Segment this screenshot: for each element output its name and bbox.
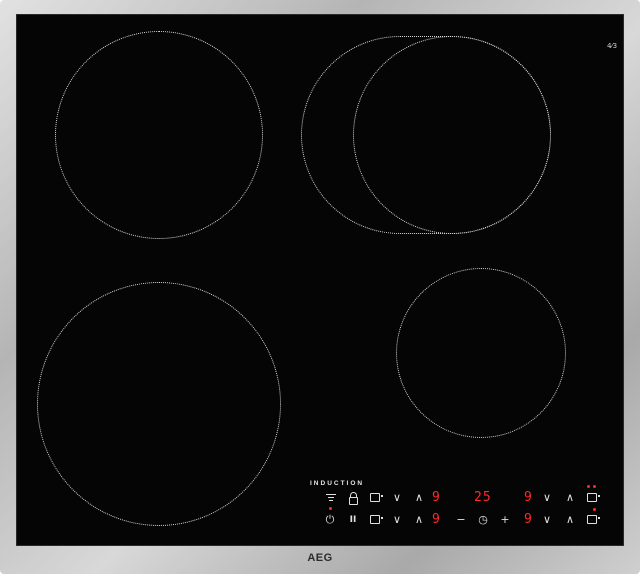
decrease-button-row2[interactable]: ∨	[390, 514, 404, 526]
cooking-zone-rear-left[interactable]	[55, 31, 263, 239]
increase-button-row1-right[interactable]: ∧	[563, 492, 577, 504]
lock-icon[interactable]	[349, 492, 358, 505]
zone-select-icon-front-left[interactable]	[370, 515, 383, 524]
timer-icon[interactable]: ◷	[476, 514, 490, 526]
glass-cooktop: 4⁄3 INDUCTION ∨ ∧ 9 25 9 ∨ ∧ ⏻ II ∨ ∧ 9 …	[16, 14, 624, 546]
decrease-button-row2-right[interactable]: ∨	[540, 514, 554, 526]
brand-logo: AEG	[307, 552, 333, 564]
power-level-display-row2: 9	[432, 512, 441, 527]
power-button[interactable]: ⏻	[323, 514, 337, 526]
timer-display: 25	[474, 490, 492, 505]
power-level-display-row1-right: 9	[524, 490, 533, 505]
hob2hood-indicator	[329, 507, 332, 510]
cooking-zone-front-left[interactable]	[37, 282, 281, 526]
decrease-button-row1[interactable]: ∨	[390, 492, 404, 504]
increase-button-row2-right[interactable]: ∧	[563, 514, 577, 526]
hob-frame: 4⁄3 INDUCTION ∨ ∧ 9 25 9 ∨ ∧ ⏻ II ∨ ∧ 9 …	[0, 0, 640, 574]
zone-indicator-dot	[593, 485, 596, 488]
zone-select-icon-rear-left[interactable]	[370, 493, 383, 502]
zone-select-icon-rear-right[interactable]	[587, 493, 600, 502]
cooking-zone-front-right[interactable]	[396, 268, 566, 438]
cooking-zone-rear-right-inner[interactable]	[353, 36, 551, 234]
zone-indicator-dot	[593, 508, 596, 511]
increase-button-row2[interactable]: ∧	[412, 514, 426, 526]
pause-button[interactable]: II	[346, 514, 360, 526]
zone-select-icon-front-right[interactable]	[587, 515, 600, 524]
timer-minus-button[interactable]: −	[454, 514, 468, 526]
decrease-button-row1-right[interactable]: ∨	[540, 492, 554, 504]
hob2hood-icon[interactable]	[326, 493, 336, 503]
timer-plus-button[interactable]: +	[498, 514, 512, 526]
zone-indicator-dot	[587, 485, 590, 488]
corner-mark: 4⁄3	[607, 42, 618, 50]
induction-label: INDUCTION	[310, 480, 365, 487]
increase-button-row1[interactable]: ∧	[412, 492, 426, 504]
power-level-display-row2-right: 9	[524, 512, 533, 527]
power-level-display-row1: 9	[432, 490, 441, 505]
